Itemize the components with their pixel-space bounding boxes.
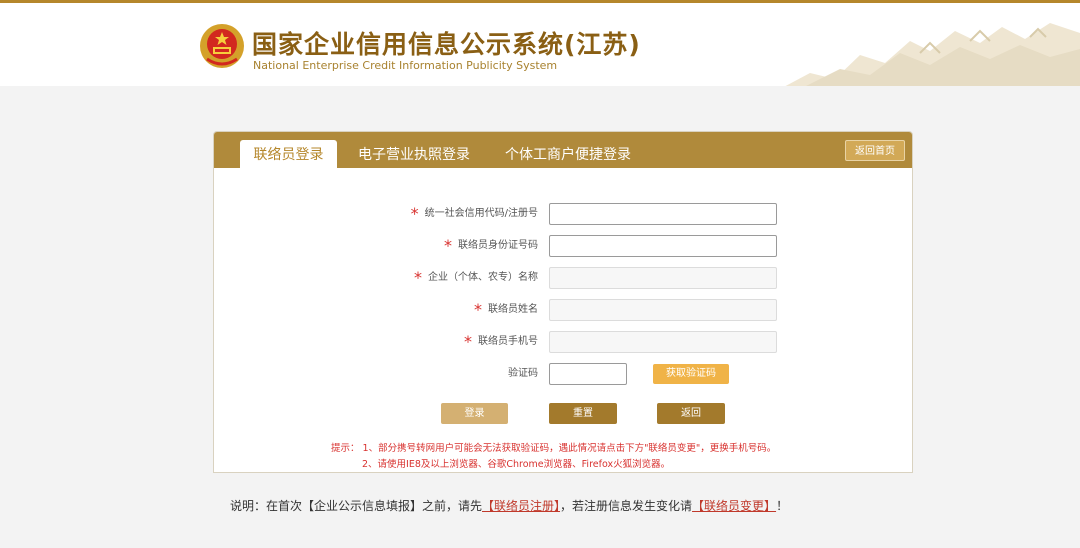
captcha-row: 验证码 获取验证码 — [214, 363, 912, 385]
note-prefix: 说明：在首次【企业公示信息填报】之前，请先 — [230, 499, 483, 513]
captcha-label: 验证码 — [508, 368, 538, 379]
phone-label: * 联络员手机号 — [464, 332, 538, 351]
reset-button[interactable]: 重置 — [549, 403, 617, 424]
company-name-row: * 企业（个体、农专）名称 — [214, 267, 912, 289]
instruction-note: 说明：在首次【企业公示信息填报】之前，请先【联络员注册】，若注册信息发生变化请【… — [230, 497, 788, 514]
login-tab-bar: 联络员登录 电子营业执照登录 个体工商户便捷登录 返回首页 — [214, 132, 912, 168]
credit-code-input[interactable] — [549, 203, 777, 225]
id-number-row: * 联络员身份证号码 — [214, 235, 912, 257]
required-mark: * — [464, 332, 472, 351]
id-number-input[interactable] — [549, 235, 777, 257]
contact-name-label: * 联络员姓名 — [474, 300, 538, 319]
contact-register-link[interactable]: 【联络员注册】 — [482, 499, 560, 513]
contact-name-input[interactable] — [549, 299, 777, 321]
note-suffix: ！ — [776, 499, 789, 513]
tab-electronic-license-login[interactable]: 电子营业执照登录 — [358, 140, 470, 168]
credit-code-label: * 统一社会信用代码/注册号 — [410, 204, 538, 223]
phone-input[interactable] — [549, 331, 777, 353]
tab-individual-business-login[interactable]: 个体工商户便捷登录 — [505, 140, 631, 168]
get-code-button[interactable]: 获取验证码 — [653, 364, 729, 384]
company-name-input[interactable] — [549, 267, 777, 289]
site-title: 国家企业信用信息公示系统(江苏) — [252, 30, 641, 59]
required-mark: * — [410, 204, 419, 223]
login-panel: 联络员登录 电子营业执照登录 个体工商户便捷登录 返回首页 * 统一社会信用代码/… — [213, 131, 913, 473]
site-header: 国家企业信用信息公示系统(江苏) National Enterprise Cre… — [0, 0, 1080, 86]
required-mark: * — [414, 268, 422, 287]
back-to-home-button[interactable]: 返回首页 — [845, 140, 905, 161]
id-number-label: * 联络员身份证号码 — [444, 236, 538, 255]
captcha-input[interactable] — [549, 363, 627, 385]
tip-line-1: 提示： 1、部分携号转网用户可能会无法获取验证码，遇此情况请点击下方"联络员变更… — [331, 443, 777, 454]
back-button[interactable]: 返回 — [657, 403, 725, 424]
required-mark: * — [474, 300, 482, 319]
contact-change-link[interactable]: 【联络员变更】 — [692, 499, 776, 513]
phone-row: * 联络员手机号 — [214, 331, 912, 353]
login-button[interactable]: 登录 — [441, 403, 508, 424]
national-emblem-icon — [200, 24, 244, 68]
mountain-decoration — [785, 23, 1080, 86]
credit-code-row: * 统一社会信用代码/注册号 — [214, 203, 912, 225]
tip-line-2: 2、请使用IE8及以上浏览器、谷歌Chrome浏览器、Firefox火狐浏览器。 — [362, 459, 671, 470]
required-mark: * — [444, 236, 452, 255]
company-name-label: * 企业（个体、农专）名称 — [414, 268, 538, 287]
tips-block: 提示： 1、部分携号转网用户可能会无法获取验证码，遇此情况请点击下方"联络员变更… — [331, 441, 776, 473]
tab-contact-login[interactable]: 联络员登录 — [240, 140, 337, 168]
note-middle: ，若注册信息发生变化请 — [560, 499, 693, 513]
site-subtitle: National Enterprise Credit Information P… — [253, 59, 558, 72]
contact-name-row: * 联络员姓名 — [214, 299, 912, 321]
